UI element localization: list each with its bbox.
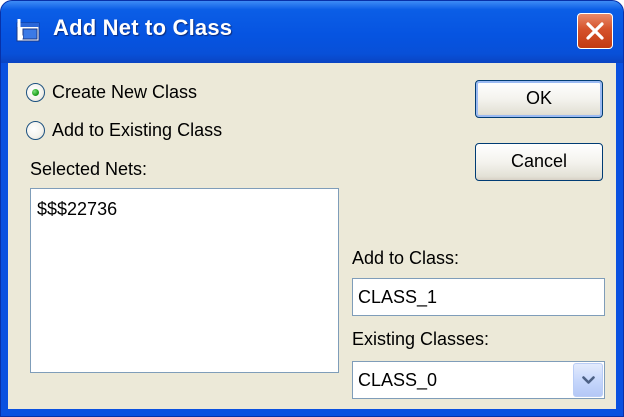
add-to-existing-class-option[interactable]: Add to Existing Class	[26, 120, 222, 141]
title-bar[interactable]: Add Net to Class	[1, 1, 623, 63]
app-window-icon	[16, 19, 40, 42]
chevron-down-icon	[582, 376, 595, 384]
dropdown-button[interactable]	[573, 363, 603, 397]
add-to-existing-class-radio[interactable]	[26, 121, 45, 140]
add-to-existing-class-label: Add to Existing Class	[52, 120, 223, 140]
existing-classes-label: Existing Classes:	[352, 329, 490, 349]
add-to-class-input[interactable]: CLASS_1	[352, 278, 605, 316]
list-item[interactable]: $$$22736	[37, 199, 332, 220]
dialog-window: Add Net to Class Create New Class Add to…	[0, 0, 624, 417]
cancel-button[interactable]: Cancel	[475, 143, 603, 181]
ok-button[interactable]: OK	[475, 80, 603, 118]
add-to-class-label: Add to Class:	[352, 248, 460, 268]
selected-nets-list[interactable]: $$$22736	[30, 188, 339, 373]
create-new-class-option[interactable]: Create New Class	[26, 82, 197, 103]
dialog-body: Create New Class Add to Existing Class S…	[8, 63, 616, 409]
close-button[interactable]	[577, 13, 613, 49]
window-title: Add Net to Class	[53, 15, 233, 40]
create-new-class-label: Create New Class	[52, 82, 198, 102]
existing-classes-dropdown[interactable]: CLASS_0	[352, 361, 605, 399]
close-icon	[586, 22, 604, 40]
selected-nets-label: Selected Nets:	[30, 159, 148, 179]
existing-classes-selected-value: CLASS_0	[358, 370, 438, 390]
radio-selected-dot	[32, 89, 39, 96]
create-new-class-radio[interactable]	[26, 83, 45, 102]
